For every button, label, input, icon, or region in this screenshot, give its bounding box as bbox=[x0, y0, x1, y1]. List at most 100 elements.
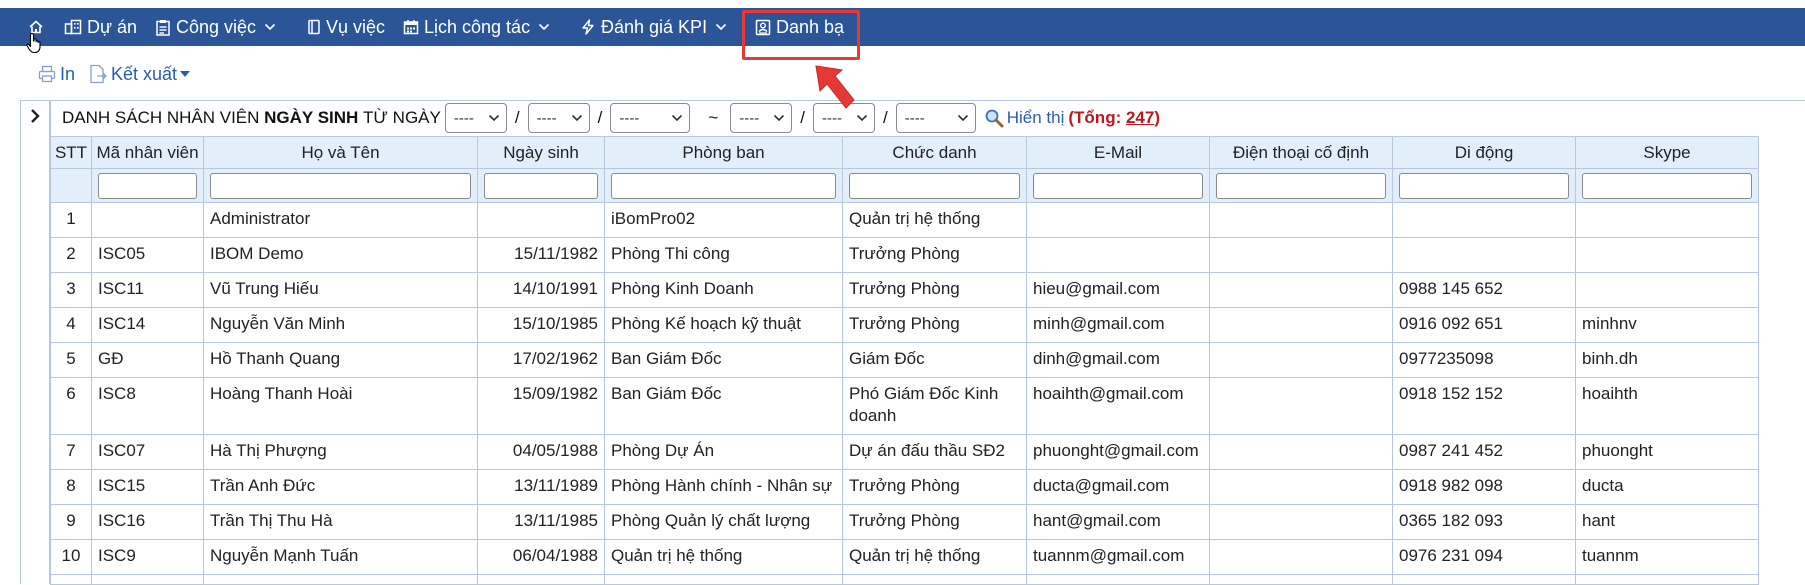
calendar-icon bbox=[403, 19, 419, 35]
cell-ten: Administrator bbox=[203, 202, 478, 238]
nav-danh-gia-kpi[interactable]: Đánh giá KPI bbox=[580, 8, 727, 46]
birthday-filter-bar: DANH SÁCH NHÂN VIÊN NGÀY SINH TỪ NGÀY --… bbox=[50, 100, 1805, 136]
cell-dtcd bbox=[1209, 237, 1393, 273]
cell-stt: 8 bbox=[50, 469, 92, 505]
chevron-down-icon bbox=[856, 114, 868, 122]
cell-ten: Trần Anh Đức bbox=[203, 469, 478, 505]
cell-chuc: Trưởng Phòng bbox=[842, 469, 1027, 505]
cell-phong: Phòng Quản lý chất lượng bbox=[604, 504, 843, 540]
filter-ma-input[interactable] bbox=[98, 172, 197, 199]
cell-ten: Hà Thị Phượng bbox=[203, 434, 478, 470]
filter-didong-input[interactable] bbox=[1399, 172, 1569, 199]
column-header[interactable]: STT bbox=[50, 136, 92, 169]
cell-chuc: Trưởng Phòng bbox=[842, 307, 1027, 343]
nav-lich-cong-tac[interactable]: Lịch công tác bbox=[403, 8, 550, 46]
cell-didong: 0976 231 094 bbox=[1392, 539, 1576, 575]
column-header[interactable]: Điện thoại cố định bbox=[1209, 136, 1393, 169]
cell-skype: phuonght bbox=[1575, 434, 1759, 470]
total-count: (Tổng: 247) bbox=[1068, 108, 1161, 127]
nav-lich-cong-tac-label: Lịch công tác bbox=[424, 16, 531, 37]
printer-icon bbox=[38, 65, 56, 83]
cell-ma: ISC8 bbox=[91, 377, 204, 435]
cell-empty bbox=[1209, 574, 1393, 585]
table-row[interactable]: 9 ISC16 Trần Thị Thu Hà 13/11/1985 Phòng Quả… bbox=[50, 504, 1759, 540]
from-year-select[interactable]: ---- bbox=[610, 103, 691, 133]
from-day-select[interactable]: ---- bbox=[444, 103, 507, 133]
to-year-select[interactable]: ---- bbox=[895, 103, 976, 133]
cell-ma bbox=[91, 202, 204, 238]
column-header[interactable]: Ngày sinh bbox=[477, 136, 605, 169]
table-row[interactable]: 6 ISC8 Hoàng Thanh Hoài 15/09/1982 Ban Giám … bbox=[50, 377, 1759, 435]
filter-ten-input[interactable] bbox=[210, 172, 471, 199]
cell-didong: 0916 092 651 bbox=[1392, 307, 1576, 343]
cell-ma: ISC15 bbox=[91, 469, 204, 505]
cell-email: minh@gmail.com bbox=[1026, 307, 1210, 343]
cell-empty bbox=[842, 574, 1027, 585]
table-filter-row bbox=[50, 168, 1759, 203]
filter-ngay-input[interactable] bbox=[484, 172, 598, 199]
filter-email-input[interactable] bbox=[1033, 172, 1203, 199]
column-header[interactable]: E-Mail bbox=[1026, 136, 1210, 169]
cell-chuc: Quản trị hệ thống bbox=[842, 539, 1027, 575]
cell-empty bbox=[203, 574, 478, 585]
sidebar-expand-toggle[interactable] bbox=[20, 100, 50, 584]
nav-du-an[interactable]: Dự án bbox=[64, 8, 137, 46]
column-header[interactable]: Skype bbox=[1575, 136, 1759, 169]
cell-chuc: Dự án đấu thầu SĐ2 bbox=[842, 434, 1027, 470]
cell-skype: hoaihth bbox=[1575, 377, 1759, 435]
table-row[interactable]: 7 ISC07 Hà Thị Phượng 04/05/1988 Phòng Dự Án… bbox=[50, 434, 1759, 470]
filter-chuc-input[interactable] bbox=[849, 172, 1020, 199]
cell-skype: ducta bbox=[1575, 469, 1759, 505]
filter-phong-input[interactable] bbox=[611, 172, 836, 199]
export-button[interactable]: Kết xuất bbox=[89, 62, 191, 86]
table-row[interactable]: 5 GĐ Hồ Thanh Quang 17/02/1962 Ban Giám Đốc G… bbox=[50, 342, 1759, 378]
cell-empty bbox=[604, 574, 843, 585]
cell-ngay: 15/09/1982 bbox=[477, 377, 605, 435]
nav-danh-gia-kpi-label: Đánh giá KPI bbox=[601, 16, 708, 37]
cell-stt: 2 bbox=[50, 237, 92, 273]
chevron-down-icon bbox=[571, 114, 582, 122]
cell-didong: 0977235098 bbox=[1392, 342, 1576, 378]
table-row[interactable]: 8 ISC15 Trần Anh Đức 13/11/1989 Phòng Hành c… bbox=[50, 469, 1759, 505]
nav-vu-viec[interactable]: Vụ việc bbox=[307, 8, 385, 46]
table-row[interactable]: 2 ISC05 IBOM Demo 15/11/1982 Phòng Thi công T… bbox=[50, 237, 1759, 273]
book-icon bbox=[307, 19, 321, 35]
column-header[interactable]: Phòng ban bbox=[604, 136, 843, 169]
caret-down-icon bbox=[180, 71, 191, 77]
cell-phong: Ban Giám Đốc bbox=[604, 377, 843, 435]
filter-cell-empty bbox=[50, 168, 92, 203]
filter-skype-input[interactable] bbox=[1582, 172, 1752, 199]
print-button[interactable]: In bbox=[38, 62, 75, 86]
table-row[interactable]: 4 ISC14 Nguyễn Văn Minh 15/10/1985 Phòng Kế … bbox=[50, 307, 1759, 343]
cell-ngay: 17/02/1962 bbox=[477, 342, 605, 378]
column-header[interactable]: Mã nhân viên bbox=[91, 136, 204, 169]
cell-ma: GĐ bbox=[91, 342, 204, 378]
cell-skype: binh.dh bbox=[1575, 342, 1759, 378]
table-row[interactable]: 1 Administrator iBomPro02 Quản trị hệ thống bbox=[50, 202, 1759, 238]
cell-ma: ISC05 bbox=[91, 237, 204, 273]
cell-dtcd bbox=[1209, 377, 1393, 435]
from-month-select[interactable]: ---- bbox=[527, 103, 590, 133]
table-row[interactable]: 3 ISC11 Vũ Trung Hiếu 14/10/1991 Phòng Kinh … bbox=[50, 272, 1759, 308]
nav-cong-viec[interactable]: Công việc bbox=[155, 8, 276, 46]
cell-ngay: 14/10/1991 bbox=[477, 272, 605, 308]
show-button[interactable]: Hiển thị bbox=[984, 108, 1064, 128]
to-day-select[interactable]: ---- bbox=[730, 103, 793, 133]
column-header[interactable]: Họ và Tên bbox=[203, 136, 478, 169]
cell-skype: hant bbox=[1575, 504, 1759, 540]
cell-chuc: Quản trị hệ thống bbox=[842, 202, 1027, 238]
cell-ma: ISC9 bbox=[91, 539, 204, 575]
column-header[interactable]: Di động bbox=[1392, 136, 1576, 169]
column-header[interactable]: Chức danh bbox=[842, 136, 1027, 169]
filter-dtcd-input[interactable] bbox=[1216, 172, 1386, 199]
cell-ngay: 06/04/1988 bbox=[477, 539, 605, 575]
table-row[interactable]: 10 ISC9 Nguyễn Mạnh Tuấn 06/04/1988 Quản trị… bbox=[50, 539, 1759, 575]
building-icon bbox=[64, 19, 82, 35]
clipboard-icon bbox=[155, 19, 171, 36]
cell-empty bbox=[1026, 574, 1210, 585]
filter-title-bold: NGÀY SINH bbox=[264, 108, 359, 127]
date-separator: / bbox=[800, 108, 805, 127]
total-count-link[interactable]: 247 bbox=[1126, 108, 1154, 127]
cell-chuc: Trưởng Phòng bbox=[842, 504, 1027, 540]
cell-email bbox=[1026, 237, 1210, 273]
